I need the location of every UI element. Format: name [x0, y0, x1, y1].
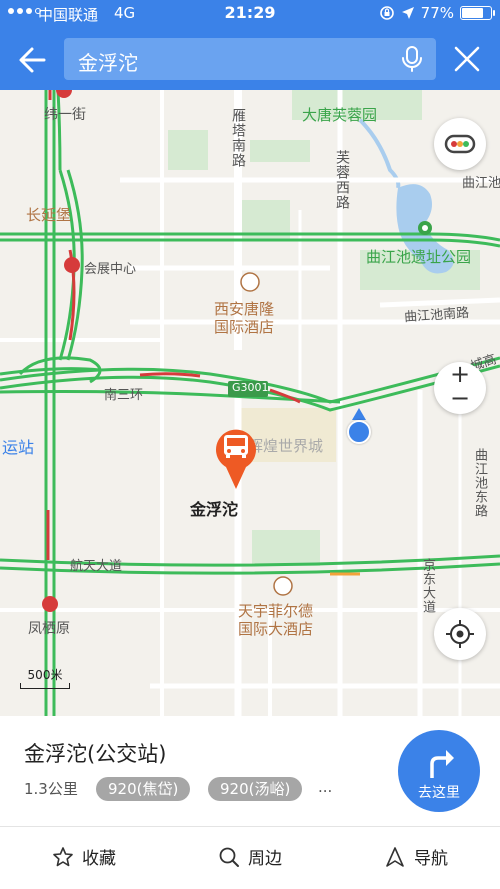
search-input[interactable]: 金浮沱: [64, 38, 436, 80]
scale-bar: [20, 683, 70, 689]
scale-label: 500米: [27, 668, 63, 682]
navigate-label: 导航: [414, 849, 448, 869]
label-hangtian: 航天大道: [70, 559, 123, 574]
search-icon: [219, 847, 239, 867]
zoom-out-button[interactable]: −: [434, 386, 486, 410]
label-hotel-tianyu: 天宇菲尔德 国际大酒店: [238, 602, 314, 638]
bus-line-tag[interactable]: 920(焦岱): [96, 777, 191, 801]
locate-button[interactable]: [434, 608, 486, 660]
label-qujiang-east: 曲江池东路: [472, 448, 487, 518]
label-yita-road: 雁塔南路: [230, 108, 246, 168]
navigate-button[interactable]: 导航: [384, 844, 448, 869]
label-yunzhan: 运站: [2, 438, 35, 457]
label-qujiang-c: 曲江池: [462, 176, 500, 191]
arrow-left-icon[interactable]: [14, 40, 54, 80]
status-right: 77%: [379, 4, 495, 22]
go-here-button[interactable]: 去这里: [398, 730, 480, 812]
user-location-dot: [347, 420, 371, 444]
go-here-label: 去这里: [418, 785, 460, 801]
label-nansanhuan: 南三环: [104, 388, 144, 403]
top-header: 中国联通 4G 21:29 77% 金浮沱: [0, 0, 500, 90]
microphone-icon[interactable]: [400, 45, 424, 73]
label-fengqi: 凤栖原: [28, 621, 70, 637]
star-icon: [53, 846, 73, 866]
location-arrow-icon: [401, 7, 414, 19]
favorite-button[interactable]: 收藏: [52, 844, 116, 869]
zoom-control[interactable]: + −: [434, 362, 486, 414]
rotation-lock-icon: [379, 6, 394, 20]
label-datang: 大唐芙蓉园: [302, 106, 378, 124]
search-query: 金浮沱: [78, 51, 138, 75]
poi-distance: 1.3公里: [24, 780, 78, 798]
battery-percent: 77%: [420, 4, 454, 22]
locate-icon: [446, 620, 474, 648]
more-lines[interactable]: ...: [318, 778, 332, 796]
bus-stop-icon[interactable]: [212, 423, 260, 491]
g3001-shield: G3001: [232, 381, 269, 394]
marker-label: 金浮沱: [190, 500, 239, 519]
zoom-in-button[interactable]: +: [434, 362, 486, 386]
traffic-light-icon: [444, 134, 476, 154]
status-bar: 中国联通 4G 21:29 77%: [0, 0, 500, 28]
battery-icon: [460, 6, 495, 20]
label-furong-road: 芙蓉西路: [334, 150, 350, 210]
poi-detail-sheet[interactable]: 金浮沱(公交站) 1.3公里 920(焦岱) 920(汤峪) ... 去这里 收…: [0, 716, 500, 889]
label-huizhan: 会展中心: [84, 262, 137, 277]
label-changyan: 长延堡: [26, 206, 72, 224]
navigate-icon: [386, 846, 404, 867]
label-weiyi: 纬一街: [44, 107, 86, 123]
turn-right-icon: [430, 750, 454, 778]
divider: [0, 826, 500, 827]
label-jingdong: 京东大道: [420, 558, 435, 614]
label-hotel-tanglong: 西安唐隆 国际酒店: [214, 300, 275, 336]
map-scale: 500米: [20, 666, 70, 689]
traffic-toggle-button[interactable]: [434, 118, 486, 170]
close-icon[interactable]: [452, 44, 482, 74]
heading-indicator-icon: [352, 408, 366, 420]
nearby-label: 周边: [248, 849, 282, 869]
nearby-button[interactable]: 周边: [218, 844, 282, 869]
favorite-label: 收藏: [82, 849, 116, 869]
map-view[interactable]: 大唐芙蓉园 雁塔南路 芙蓉西路 曲江池 曲江池遗址公园 曲江池南路 纬一街 长延…: [0, 90, 500, 716]
bus-line-tag[interactable]: 920(汤峪): [208, 777, 303, 801]
label-qujiang-park: 曲江池遗址公园: [366, 248, 472, 266]
poi-name: 金浮沱(公交站): [24, 742, 167, 766]
